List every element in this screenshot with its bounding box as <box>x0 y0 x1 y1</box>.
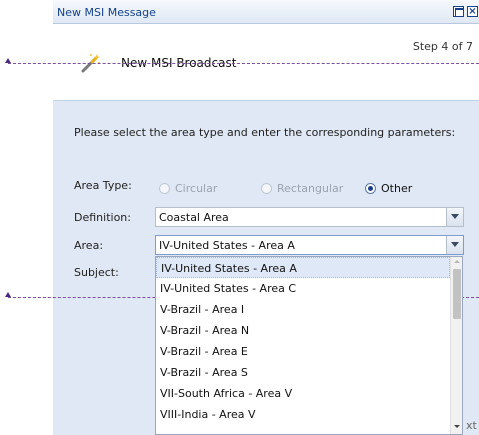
next-button-label[interactable]: xt <box>466 419 477 432</box>
radio-circle-icon <box>261 182 272 194</box>
dropdown-option[interactable]: V-Brazil - Area S <box>156 362 450 383</box>
radio-circle-icon <box>365 182 376 194</box>
maximize-icon[interactable] <box>453 6 464 17</box>
area-type-label: Area Type: <box>74 179 132 192</box>
scrollbar-thumb[interactable] <box>453 269 461 319</box>
dropdown-option[interactable]: VIII-India - Area V <box>156 404 450 425</box>
definition-select[interactable]: Coastal Area <box>155 207 464 227</box>
guide-line <box>8 63 479 64</box>
subject-label: Subject: <box>74 266 119 279</box>
dropdown-option[interactable]: V-Brazil - Area I <box>156 299 450 320</box>
chevron-down-icon[interactable] <box>446 236 463 254</box>
dropdown-option[interactable]: V-Brazil - Area E <box>156 341 450 362</box>
area-label: Area: <box>74 239 104 252</box>
dropdown-option[interactable]: IV-United States - Area A <box>156 257 450 278</box>
radio-circle-icon <box>159 182 170 194</box>
close-icon[interactable]: × <box>467 6 478 17</box>
dropdown-option[interactable]: V-Brazil - Area N <box>156 320 450 341</box>
scroll-down-icon[interactable] <box>454 425 460 428</box>
dropdown-scrollbar[interactable] <box>450 257 462 434</box>
step-indicator: Step 4 of 7 <box>412 40 473 53</box>
radio-other[interactable]: Other <box>365 180 412 196</box>
definition-value: Coastal Area <box>159 211 229 224</box>
window-titlebar: New MSI Message × <box>53 0 479 24</box>
dropdown-option[interactable]: VII-South Africa - Area V <box>156 383 450 404</box>
radio-label: Circular <box>175 181 218 195</box>
window-title: New MSI Message <box>57 6 156 19</box>
radio-circular[interactable]: Circular <box>159 180 217 196</box>
radio-label: Rectangular <box>277 181 344 195</box>
wizard-header: Step 4 of 7 New MSI Broadcast <box>53 24 479 100</box>
chevron-down-icon[interactable] <box>446 208 463 226</box>
area-dropdown-list[interactable]: IV-United States - Area A IV-United Stat… <box>155 256 463 435</box>
radio-rectangular[interactable]: Rectangular <box>261 180 343 196</box>
definition-label: Definition: <box>74 211 131 224</box>
dropdown-option[interactable]: IV-United States - Area C <box>156 278 450 299</box>
area-value: IV-United States - Area A <box>159 239 295 252</box>
area-select[interactable]: IV-United States - Area A <box>155 235 464 255</box>
radio-label: Other <box>381 181 413 195</box>
scroll-up-icon[interactable] <box>454 260 460 263</box>
instruction-text: Please select the area type and enter th… <box>74 126 456 139</box>
